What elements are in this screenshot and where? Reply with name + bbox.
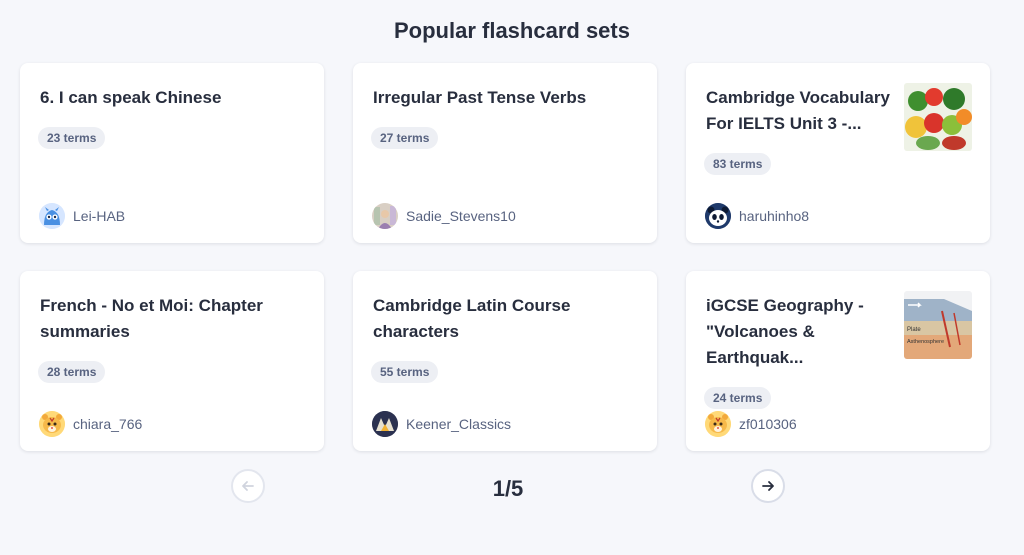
set-author[interactable]: chiara_766 bbox=[39, 411, 142, 437]
flashcard-set-card[interactable]: Cambridge Vocabulary For IELTS Unit 3 -.… bbox=[686, 63, 990, 243]
diagram-label-asthenosphere: Asthenosphere bbox=[907, 339, 944, 345]
section-title: Popular flashcard sets bbox=[394, 18, 630, 43]
panda-avatar-icon bbox=[705, 203, 731, 229]
plate-tectonics-diagram-thumbnail: Plate Asthenosphere bbox=[904, 291, 972, 359]
terms-count-badge: 24 terms bbox=[704, 387, 772, 409]
set-author[interactable]: haruhinho8 bbox=[705, 203, 809, 229]
set-title[interactable]: Cambridge Vocabulary For IELTS Unit 3 -.… bbox=[706, 85, 896, 137]
arrow-right-icon bbox=[762, 481, 774, 491]
flashcard-set-card[interactable]: iGCSE Geography - "Volcanoes & Earthquak… bbox=[686, 271, 990, 451]
author-name[interactable]: Keener_Classics bbox=[406, 416, 511, 432]
arrow-left-icon bbox=[242, 481, 254, 491]
blue-creature-avatar-icon bbox=[39, 203, 65, 229]
author-name[interactable]: zf010306 bbox=[739, 416, 797, 432]
next-page-button[interactable] bbox=[751, 469, 785, 503]
flashcard-set-card[interactable]: Irregular Past Tense Verbs 27 terms Sadi… bbox=[353, 63, 657, 243]
set-author[interactable]: Lei-HAB bbox=[39, 203, 125, 229]
previous-page-button[interactable] bbox=[231, 469, 265, 503]
terms-count-badge: 55 terms bbox=[371, 361, 439, 383]
set-author[interactable]: Sadie_Stevens10 bbox=[372, 203, 516, 229]
tiger-avatar-icon bbox=[705, 411, 731, 437]
author-name[interactable]: haruhinho8 bbox=[739, 208, 809, 224]
set-title[interactable]: Irregular Past Tense Verbs bbox=[373, 85, 637, 111]
set-title[interactable]: iGCSE Geography - "Volcanoes & Earthquak… bbox=[706, 293, 896, 371]
diagram-label-plate: Plate bbox=[907, 327, 921, 333]
flashcard-set-card[interactable]: French - No et Moi: Chapter summaries 28… bbox=[20, 271, 324, 451]
terms-count-badge: 83 terms bbox=[704, 153, 772, 175]
set-title[interactable]: 6. I can speak Chinese bbox=[40, 85, 304, 111]
flashcard-set-card[interactable]: 6. I can speak Chinese 23 terms Lei-HAB bbox=[20, 63, 324, 243]
terms-count-badge: 27 terms bbox=[371, 127, 439, 149]
set-title[interactable]: Cambridge Latin Course characters bbox=[373, 293, 637, 345]
terms-count-badge: 23 terms bbox=[38, 127, 106, 149]
set-author[interactable]: zf010306 bbox=[705, 411, 797, 437]
tiger-avatar-icon bbox=[39, 411, 65, 437]
author-name[interactable]: chiara_766 bbox=[73, 416, 142, 432]
flashcard-set-card[interactable]: Cambridge Latin Course characters 55 ter… bbox=[353, 271, 657, 451]
set-title[interactable]: French - No et Moi: Chapter summaries bbox=[40, 293, 304, 345]
terms-count-badge: 28 terms bbox=[38, 361, 106, 383]
author-name[interactable]: Lei-HAB bbox=[73, 208, 125, 224]
fruit-vegetables-thumbnail bbox=[904, 83, 972, 151]
photo-avatar-icon bbox=[372, 411, 398, 437]
photo-avatar-icon bbox=[372, 203, 398, 229]
set-author[interactable]: Keener_Classics bbox=[372, 411, 511, 437]
page-indicator: 1/5 bbox=[492, 476, 524, 501]
popular-sets-section: Popular flashcard sets 6. I can speak Ch… bbox=[0, 0, 1024, 555]
author-name[interactable]: Sadie_Stevens10 bbox=[406, 208, 516, 224]
